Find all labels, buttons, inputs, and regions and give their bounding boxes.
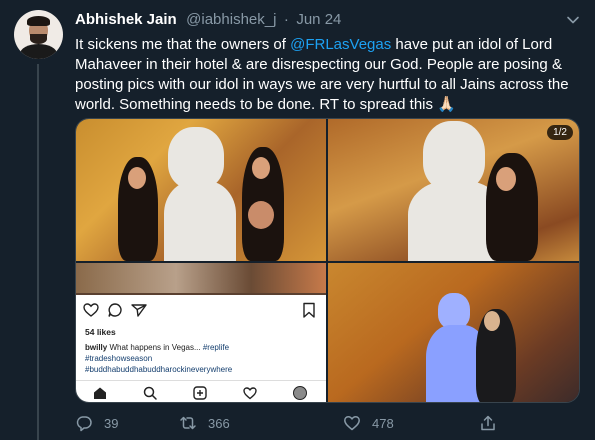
- tweet-text-part: It sickens me that the owners of: [75, 36, 291, 53]
- instagram-hashtag: #tradeshowseason: [85, 354, 153, 363]
- instagram-post-photo[interactable]: 54 likes bwilly What happens in Vegas...…: [76, 263, 326, 402]
- user-handle[interactable]: @iabhishek_j: [186, 11, 276, 28]
- separator-dot: ·: [283, 11, 289, 28]
- search-icon: [143, 386, 157, 400]
- tweet[interactable]: Abhishek Jain @iabhishek_j · Jun 24 It s…: [0, 0, 595, 440]
- instagram-caption: bwilly What happens in Vegas... #replife…: [85, 342, 320, 375]
- tweet-actions: 39 366 478: [75, 413, 515, 433]
- media-grid: 1/2 54 likes bwilly What happens in Vega…: [75, 118, 580, 403]
- home-icon: [94, 387, 106, 399]
- tweet-text: It sickens me that the owners of @FRLasV…: [75, 35, 585, 115]
- heart-icon: [243, 387, 257, 400]
- display-name[interactable]: Abhishek Jain: [75, 11, 177, 28]
- instagram-likes: 54 likes: [85, 327, 116, 337]
- instagram-caption-text: What happens in Vegas...: [107, 343, 203, 352]
- instagram-hashtag: #buddhabuddhabuddharockineverywhere: [85, 365, 233, 374]
- tweet-header: Abhishek Jain @iabhishek_j · Jun 24: [75, 11, 555, 31]
- avatar[interactable]: [14, 10, 63, 59]
- like-count: 478: [372, 415, 394, 431]
- retweet-count: 366: [208, 415, 230, 431]
- like-icon: [344, 416, 360, 431]
- media-counter: 1/2: [547, 125, 573, 140]
- retweet-icon: [180, 416, 196, 430]
- mention-link[interactable]: @FRLasVegas: [290, 36, 391, 53]
- retweet-button[interactable]: 366: [179, 413, 230, 433]
- like-button[interactable]: 478: [343, 413, 394, 433]
- profile-icon: [293, 386, 307, 400]
- comment-icon: [108, 303, 122, 317]
- reply-icon: [76, 416, 92, 432]
- instagram-nav-bar: [76, 380, 326, 402]
- photo-2[interactable]: 1/2: [328, 119, 579, 261]
- photo-4[interactable]: [328, 263, 579, 402]
- share-icon: [481, 415, 495, 431]
- photo-1[interactable]: [76, 119, 326, 261]
- reply-count: 39: [104, 415, 119, 431]
- thread-line: [37, 64, 39, 440]
- instagram-username: bwilly: [85, 343, 108, 352]
- tweet-date[interactable]: Jun 24: [296, 11, 341, 28]
- reply-button[interactable]: 39: [75, 413, 118, 433]
- instagram-hashtag: #replife: [202, 343, 230, 352]
- send-icon: [131, 304, 147, 317]
- heart-icon: [83, 303, 99, 317]
- share-button[interactable]: [479, 413, 508, 433]
- bookmark-icon: [303, 302, 315, 318]
- chevron-down-icon[interactable]: [565, 12, 581, 28]
- add-post-icon: [193, 386, 207, 400]
